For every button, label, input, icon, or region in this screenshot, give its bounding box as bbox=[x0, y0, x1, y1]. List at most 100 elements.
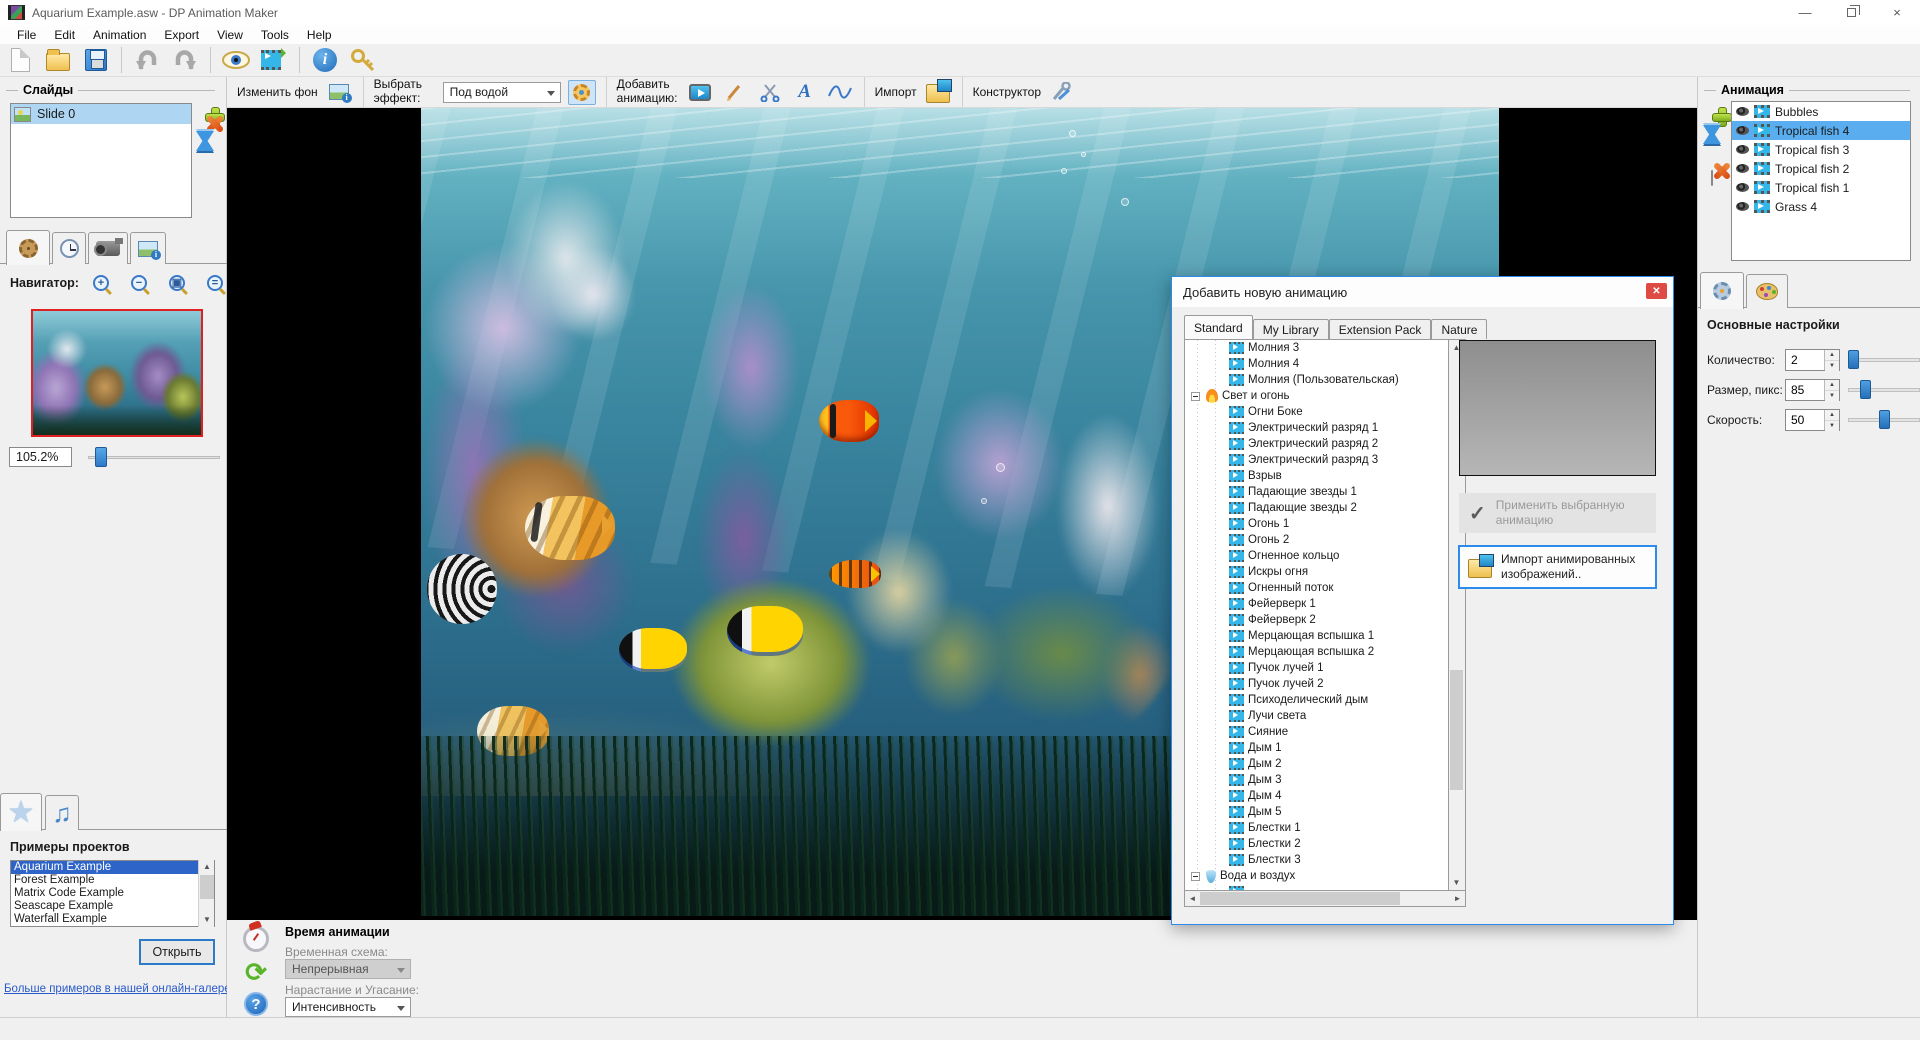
tree-item[interactable] bbox=[1185, 884, 1448, 891]
visibility-eye-icon[interactable] bbox=[1736, 164, 1749, 173]
tree-item[interactable]: Свет и огонь bbox=[1185, 388, 1448, 404]
scroll-left-arrow[interactable]: ◄ bbox=[1185, 892, 1200, 906]
close-button[interactable]: × bbox=[1874, 0, 1920, 25]
fish-red-small[interactable] bbox=[829, 560, 881, 588]
restore-button[interactable] bbox=[1828, 0, 1874, 25]
menu-item[interactable]: File bbox=[8, 26, 45, 44]
menu-item[interactable]: Export bbox=[155, 26, 208, 44]
new-project-button[interactable] bbox=[4, 46, 36, 75]
tree-item[interactable]: Блестки 3 bbox=[1185, 852, 1448, 868]
tree-item[interactable]: Фейерверк 2 bbox=[1185, 612, 1448, 628]
tab-image-info[interactable] bbox=[130, 232, 166, 264]
tree-item[interactable]: Блестки 2 bbox=[1185, 836, 1448, 852]
about-button[interactable]: i bbox=[309, 46, 341, 75]
zoom-100-icon[interactable]: = bbox=[207, 275, 223, 291]
visibility-eye-icon[interactable] bbox=[1736, 145, 1749, 154]
spin-down-icon[interactable]: ▼ bbox=[1825, 361, 1839, 371]
zoom-slider-track[interactable] bbox=[88, 456, 220, 459]
menu-item[interactable]: Tools bbox=[252, 26, 298, 44]
spin-down-icon[interactable]: ▼ bbox=[1825, 391, 1839, 401]
scroll-down-arrow[interactable]: ▼ bbox=[199, 913, 215, 927]
tree-item[interactable]: Огонь 1 bbox=[1185, 516, 1448, 532]
visibility-eye-icon[interactable] bbox=[1736, 126, 1749, 135]
visibility-eye-icon[interactable] bbox=[1736, 202, 1749, 211]
tree-item[interactable]: Молния (Пользовательская) bbox=[1185, 372, 1448, 388]
menu-item[interactable]: View bbox=[208, 26, 252, 44]
example-list-item[interactable]: Waterfall Example bbox=[11, 913, 214, 926]
tree-item[interactable]: Дым 1 bbox=[1185, 740, 1448, 756]
scrollbar-thumb[interactable] bbox=[200, 875, 214, 899]
fade-select[interactable]: Интенсивность bbox=[285, 997, 411, 1017]
export-video-button[interactable] bbox=[258, 46, 290, 75]
tree-item[interactable]: Взрыв bbox=[1185, 468, 1448, 484]
menu-item[interactable]: Help bbox=[298, 26, 341, 44]
scroll-up-arrow[interactable]: ▲ bbox=[199, 860, 215, 874]
spin-up-icon[interactable]: ▲ bbox=[1825, 410, 1839, 421]
count-input[interactable] bbox=[1786, 350, 1824, 370]
size-slider-thumb[interactable] bbox=[1860, 380, 1871, 399]
minimize-button[interactable]: — bbox=[1782, 0, 1828, 25]
fish-yellow-1[interactable] bbox=[727, 606, 803, 656]
animation-tree[interactable]: Молния 3 Молния 4 Молния (Пользовательск… bbox=[1184, 339, 1449, 891]
open-example-button[interactable]: Открыть bbox=[139, 939, 215, 965]
tree-item[interactable]: Электрический разряд 1 bbox=[1185, 420, 1448, 436]
examples-list[interactable]: Aquarium Example Forest Example Matrix C… bbox=[10, 860, 215, 927]
save-project-button[interactable] bbox=[80, 46, 112, 75]
tab-timing[interactable] bbox=[52, 232, 86, 264]
open-project-button[interactable] bbox=[42, 46, 74, 75]
tree-item[interactable]: Огненный поток bbox=[1185, 580, 1448, 596]
tree-item[interactable]: Дым 2 bbox=[1185, 756, 1448, 772]
navigator-thumbnail[interactable] bbox=[31, 309, 203, 437]
slides-list[interactable]: Slide 0 bbox=[10, 103, 192, 218]
speed-input[interactable] bbox=[1786, 410, 1824, 430]
menu-item[interactable]: Animation bbox=[84, 26, 155, 44]
tab-music[interactable]: ♫ bbox=[45, 795, 79, 830]
animation-list-item[interactable]: Tropical fish 3 bbox=[1732, 140, 1910, 159]
tree-item[interactable]: Мерцающая вспышка 2 bbox=[1185, 644, 1448, 660]
tree-item[interactable]: Огни Боке bbox=[1185, 404, 1448, 420]
tree-item[interactable]: Психоделический дым bbox=[1185, 692, 1448, 708]
animation-list-item[interactable]: Bubbles bbox=[1732, 102, 1910, 121]
visibility-eye-icon[interactable] bbox=[1736, 183, 1749, 192]
scrollbar-thumb[interactable] bbox=[1450, 670, 1463, 790]
tree-item[interactable]: Пучок лучей 2 bbox=[1185, 676, 1448, 692]
tree-item[interactable]: Дым 3 bbox=[1185, 772, 1448, 788]
tree-item[interactable]: Огонь 2 bbox=[1185, 532, 1448, 548]
fish-butterflyfish-1[interactable] bbox=[525, 496, 615, 560]
dialog-tab[interactable]: Nature bbox=[1431, 319, 1487, 339]
examples-scrollbar[interactable]: ▲ ▼ bbox=[198, 860, 214, 927]
animation-list-item[interactable]: Grass 4 bbox=[1732, 197, 1910, 216]
zoom-value-box[interactable]: 105.2% bbox=[9, 447, 72, 467]
tree-item[interactable]: Молния 4 bbox=[1185, 356, 1448, 372]
dialog-tab[interactable]: Standard bbox=[1184, 315, 1253, 339]
help-icon[interactable]: ? bbox=[244, 992, 268, 1016]
effect-select[interactable]: Под водой bbox=[443, 82, 561, 103]
zoom-slider-thumb[interactable] bbox=[95, 447, 107, 467]
change-background-button[interactable] bbox=[325, 80, 353, 105]
tree-item[interactable]: Дым 5 bbox=[1185, 804, 1448, 820]
spin-up-icon[interactable]: ▲ bbox=[1825, 350, 1839, 361]
tree-item[interactable]: Электрический разряд 2 bbox=[1185, 436, 1448, 452]
collapse-minus-icon[interactable] bbox=[1191, 392, 1200, 401]
add-wave-button[interactable] bbox=[826, 80, 854, 105]
online-gallery-link[interactable]: Больше примеров в нашей онлайн-галерее bbox=[4, 983, 237, 995]
count-spinner[interactable]: ▲▼ bbox=[1785, 349, 1840, 371]
animation-list-item[interactable]: Tropical fish 1 bbox=[1732, 178, 1910, 197]
tab-camera[interactable] bbox=[88, 232, 128, 264]
tree-item[interactable]: Молния 3 bbox=[1185, 340, 1448, 356]
import-button[interactable] bbox=[924, 80, 952, 105]
tab-color-settings[interactable] bbox=[1746, 274, 1788, 308]
preview-button[interactable] bbox=[220, 46, 252, 75]
tree-item[interactable]: Дым 4 bbox=[1185, 788, 1448, 804]
size-slider-track[interactable] bbox=[1848, 388, 1920, 392]
example-list-item[interactable]: Matrix Code Example bbox=[11, 887, 214, 900]
register-button[interactable] bbox=[347, 46, 379, 75]
tab-example-projects[interactable]: ★ bbox=[0, 793, 42, 831]
flatten-layers-button[interactable] bbox=[1711, 171, 1713, 185]
tree-horizontal-scrollbar[interactable]: ◄ ► bbox=[1184, 891, 1466, 907]
example-list-item[interactable]: Seascape Example bbox=[11, 900, 214, 913]
dialog-title-bar[interactable]: Добавить новую анимацию bbox=[1172, 277, 1673, 307]
collapse-minus-icon[interactable] bbox=[1191, 872, 1200, 881]
tree-item[interactable]: Блестки 1 bbox=[1185, 820, 1448, 836]
constructor-button[interactable] bbox=[1048, 80, 1076, 105]
